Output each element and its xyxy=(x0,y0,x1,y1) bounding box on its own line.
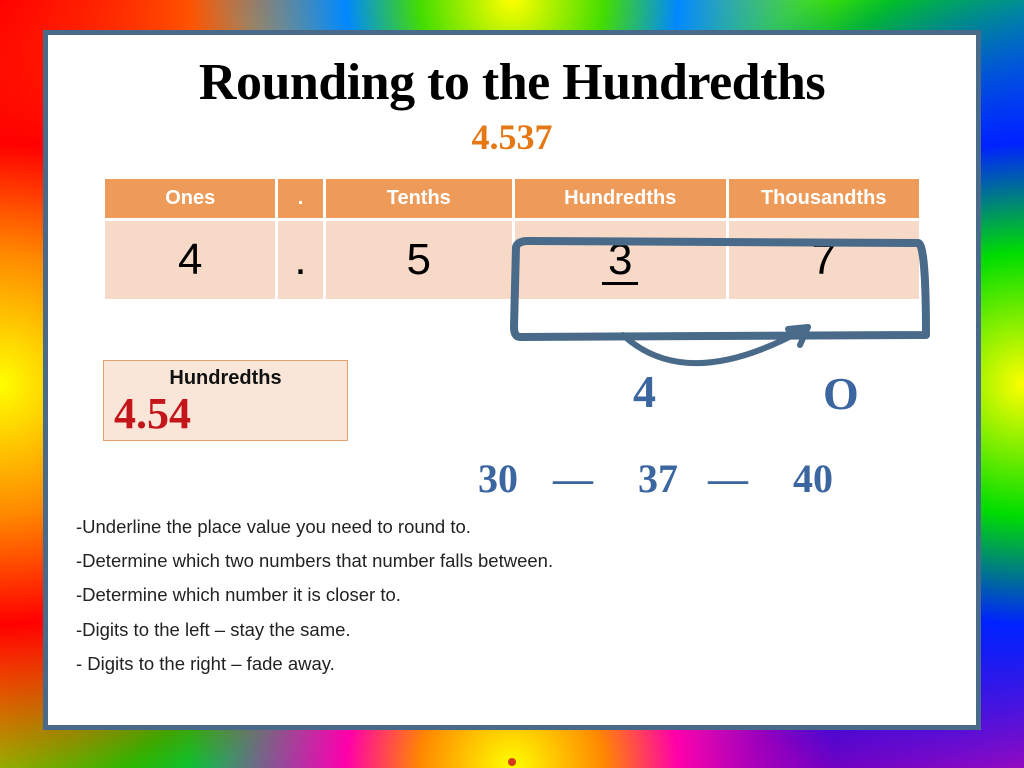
table-value-row: 4 . 5 3 7 xyxy=(105,221,919,299)
table-header-row: Ones . Tenths Hundredths Thousandths xyxy=(105,179,919,218)
step-4: -Digits to the left – stay the same. xyxy=(76,613,553,647)
swoop-arrow xyxy=(623,327,808,363)
steps-list: -Underline the place value you need to r… xyxy=(76,510,553,681)
header-thousandths: Thousandths xyxy=(729,179,920,218)
handwriting-thirty: 30 xyxy=(478,455,518,502)
answer-label: Hundredths xyxy=(114,367,337,390)
header-hundredths: Hundredths xyxy=(515,179,726,218)
place-value-table: Ones . Tenths Hundredths Thousandths 4 .… xyxy=(102,176,922,302)
handwriting-thirtyseven: 37 xyxy=(638,455,678,502)
swoop-arrow-head xyxy=(788,327,808,345)
header-dot: . xyxy=(278,179,322,218)
handwriting-dash-2: — xyxy=(708,455,744,502)
handwriting-zero: O xyxy=(823,367,859,420)
underlined-digit: 3 xyxy=(602,238,638,285)
record-indicator-icon xyxy=(508,758,516,766)
step-5: - Digits to the right – fade away. xyxy=(76,647,553,681)
cell-hundredths: 3 xyxy=(515,221,726,299)
handwriting-forty: 40 xyxy=(793,455,833,502)
cell-thousandths: 7 xyxy=(729,221,920,299)
answer-box: Hundredths 4.54 xyxy=(103,360,348,441)
step-3: -Determine which number it is closer to. xyxy=(76,578,553,612)
cell-dot: . xyxy=(278,221,322,299)
slide-subtitle: 4.537 xyxy=(48,116,976,158)
slide-title: Rounding to the Hundredths xyxy=(48,53,976,112)
cell-ones: 4 xyxy=(105,221,275,299)
answer-value: 4.54 xyxy=(114,392,337,436)
header-ones: Ones xyxy=(105,179,275,218)
step-1: -Underline the place value you need to r… xyxy=(76,510,553,544)
slide-card: Rounding to the Hundredths 4.537 Ones . … xyxy=(43,30,981,730)
handwriting-dash-1: — xyxy=(553,455,589,502)
handwriting-four: 4 xyxy=(633,365,656,418)
step-2: -Determine which two numbers that number… xyxy=(76,544,553,578)
cell-tenths: 5 xyxy=(326,221,512,299)
header-tenths: Tenths xyxy=(326,179,512,218)
